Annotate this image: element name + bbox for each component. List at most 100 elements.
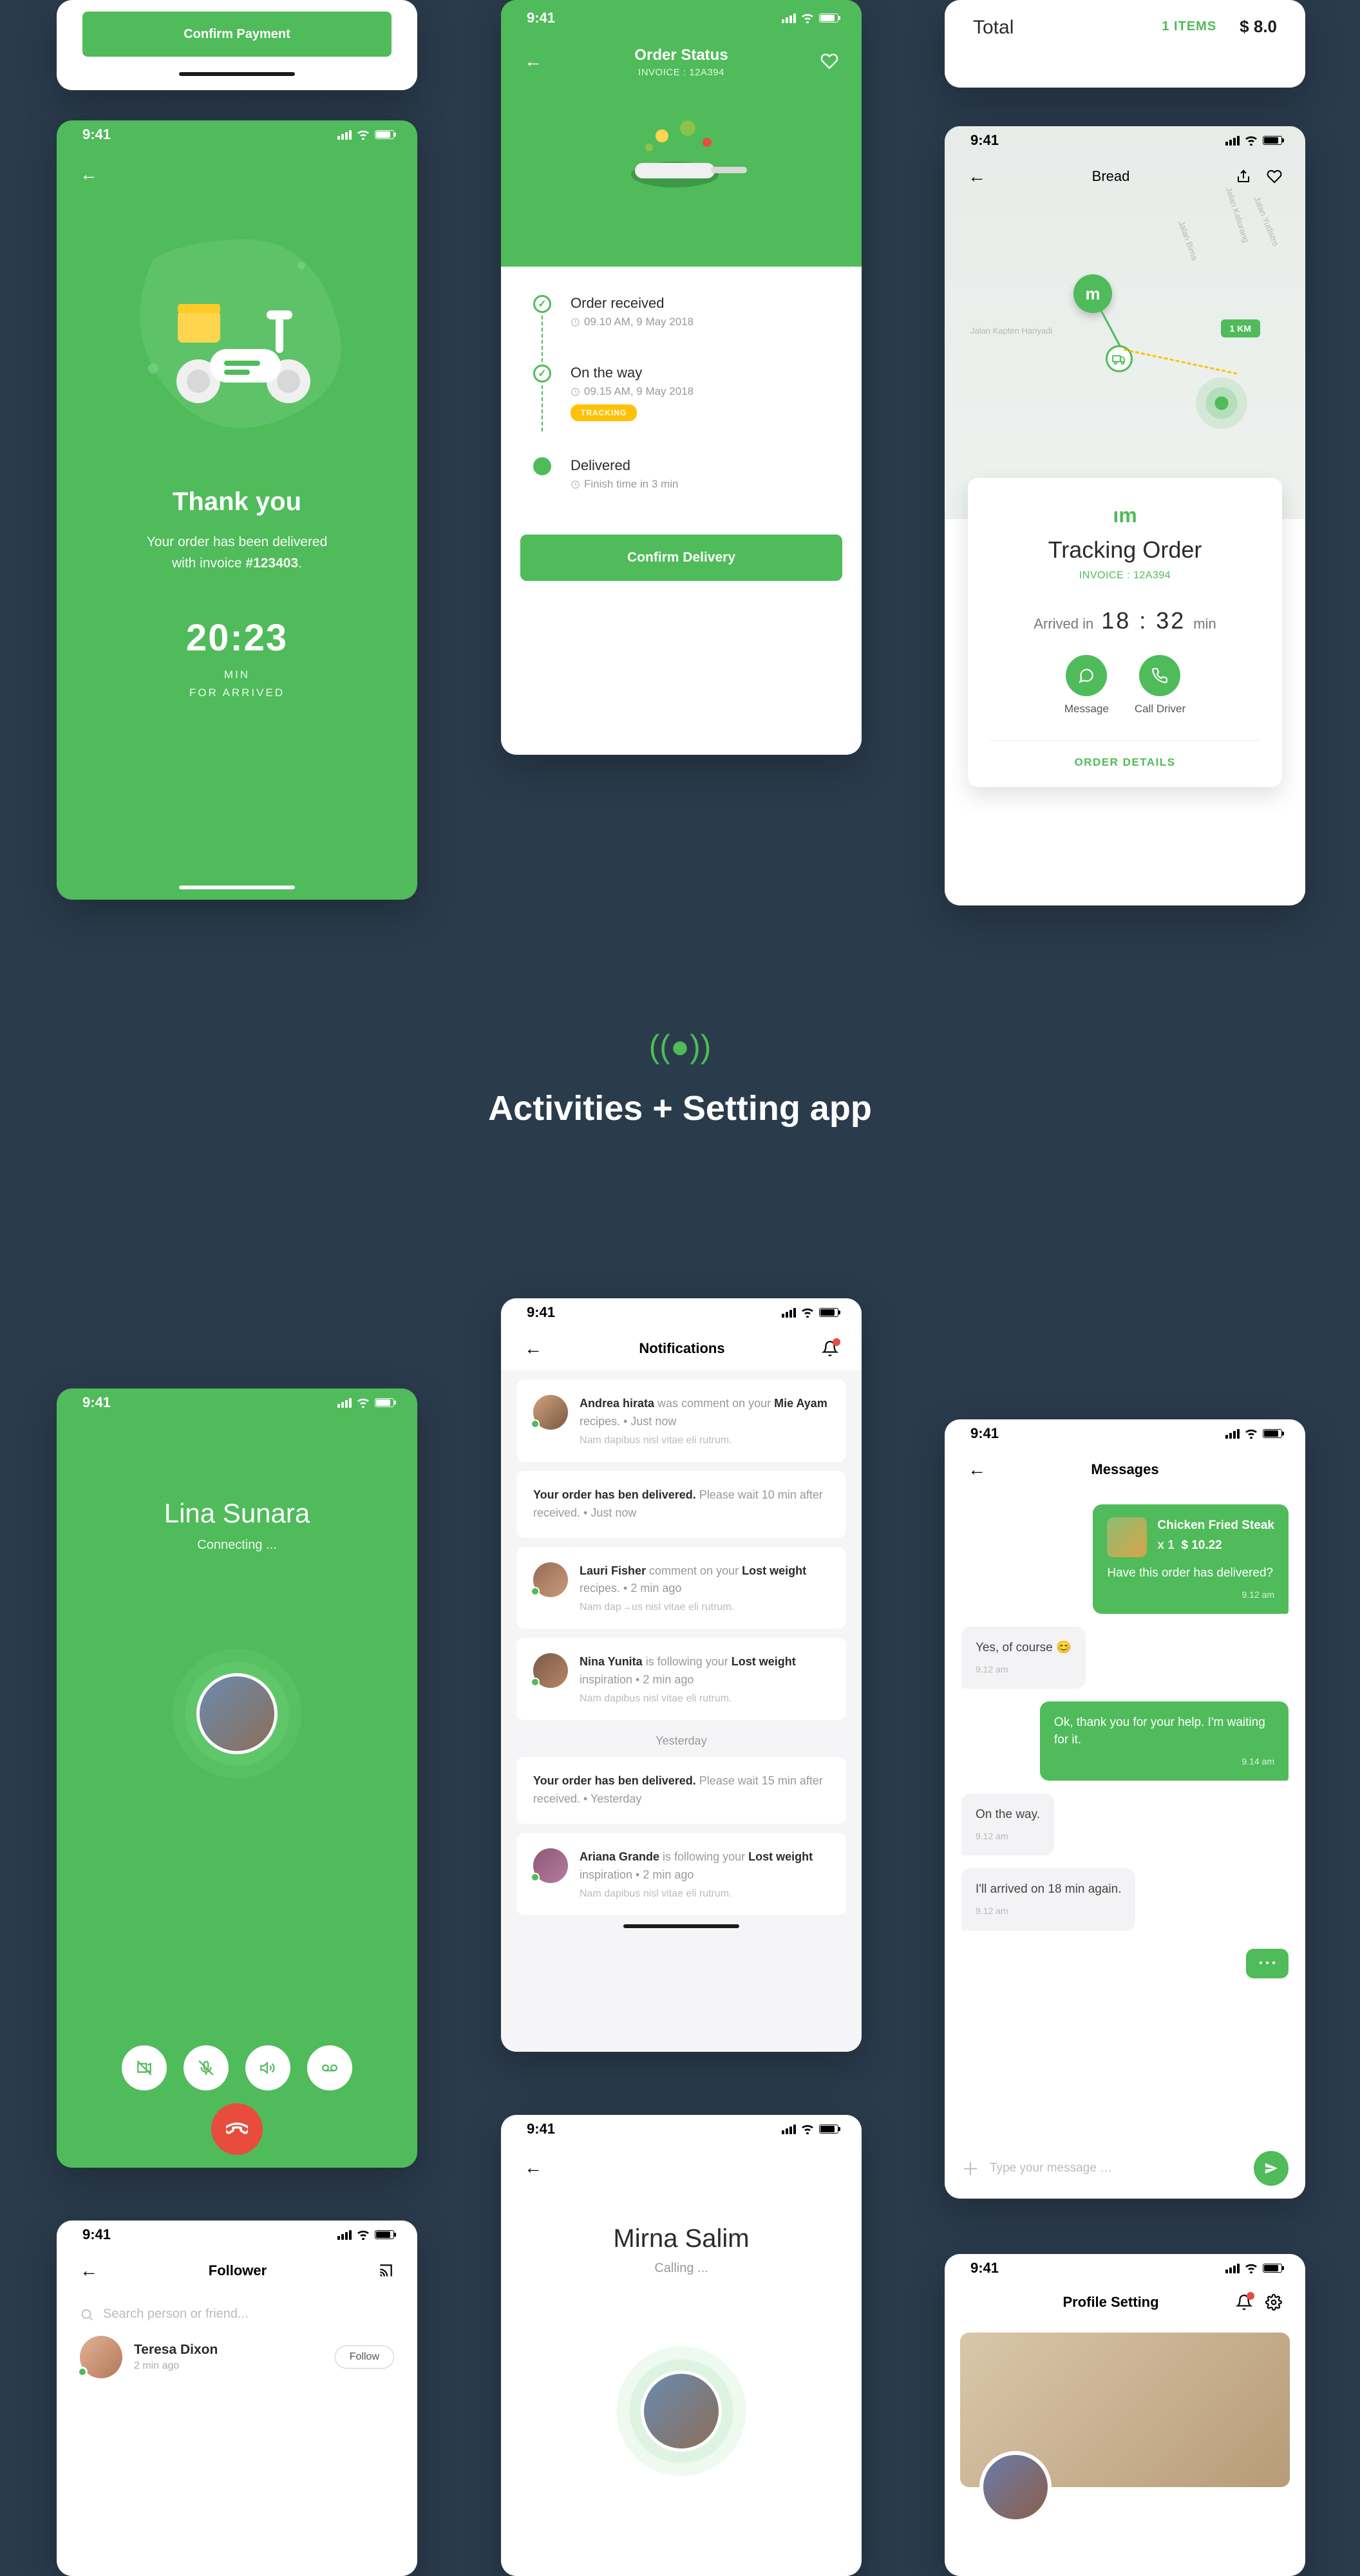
status-bar: 9:41 (57, 2221, 417, 2249)
heart-icon[interactable] (1267, 169, 1282, 184)
chat-bubble-them[interactable]: Yes, of course 😊 9.12 am (961, 1627, 1086, 1689)
status-bar: 9:41 (57, 120, 417, 149)
call-status: Connecting ... (57, 1538, 417, 1553)
avatar-ring (166, 1643, 308, 1785)
tracking-card: ım Tracking Order INVOICE : 12A394 Arriv… (968, 478, 1282, 787)
caller-name: Mirna Salim (501, 2224, 862, 2253)
status-bar: 9:41 (945, 1419, 1305, 1448)
share-icon[interactable] (1236, 169, 1251, 184)
bell-icon[interactable] (822, 1340, 838, 1357)
profile-avatar[interactable] (979, 2451, 1052, 2523)
avatar (533, 1848, 568, 1883)
back-icon[interactable]: ← (968, 1459, 986, 1480)
follower-title: Follower (209, 2262, 267, 2279)
date-divider: Yesterday (501, 1734, 862, 1748)
home-indicator (179, 72, 295, 76)
cooking-illustration (501, 91, 862, 220)
back-icon[interactable]: ← (968, 166, 986, 187)
bell-icon[interactable] (1236, 2294, 1252, 2311)
back-icon[interactable]: ← (80, 164, 98, 184)
map-area[interactable]: 9:41 ← Bread Jalan Kaliurang Jalan Bima … (945, 126, 1305, 519)
back-icon[interactable]: ← (524, 2157, 542, 2177)
total-price: $ 8.0 (1240, 17, 1277, 37)
phone-icon (1139, 655, 1180, 696)
home-indicator (179, 886, 295, 889)
send-button[interactable] (1254, 2151, 1289, 2186)
follower-time: 2 min ago (134, 2360, 323, 2372)
follow-button[interactable]: Follow (335, 2345, 394, 2369)
cast-icon[interactable] (377, 2262, 394, 2279)
call-driver-button[interactable]: Call Driver (1135, 655, 1185, 715)
arrival-eta: Arrived in 18 : 32 min (990, 607, 1260, 634)
add-attachment-icon[interactable]: ＋ (961, 2155, 979, 2181)
camera-off-icon[interactable] (122, 2045, 167, 2090)
messages-title: Messages (1091, 1461, 1158, 1478)
order-details-link[interactable]: ORDER DETAILS (990, 740, 1260, 769)
end-call-button[interactable] (211, 2103, 263, 2155)
speaker-icon[interactable] (245, 2045, 290, 2090)
broadcast-icon: ((●)) (0, 1028, 1360, 1065)
distance-badge: 1 KM (1221, 319, 1260, 337)
voicemail-icon[interactable] (307, 2045, 352, 2090)
notification-item[interactable]: Your order has ben delivered. Please wai… (516, 1471, 846, 1538)
status-bar: 9:41 (501, 1298, 862, 1327)
avatar-ring (610, 2340, 752, 2482)
step-dot-icon (533, 457, 551, 475)
notification-item[interactable]: Ariana Grande is following your Lost wei… (516, 1833, 846, 1915)
call-status: Calling ... (501, 2261, 862, 2276)
step-check-icon: ✓ (533, 295, 551, 313)
profile-title: Profile Setting (1062, 2294, 1158, 2311)
calling-screen: 9:41 ← Mirna Salim Calling ... (501, 2115, 862, 2576)
chat-bubble-me[interactable]: Chicken Fried Steak x 1 $ 10.22 Have thi… (1093, 1504, 1289, 1614)
heart-icon[interactable] (820, 52, 838, 70)
status-bar: 9:41 (501, 2115, 862, 2143)
arrival-min-label: MIN (57, 668, 417, 681)
back-icon[interactable]: ← (524, 1338, 542, 1359)
chat-bubble-them[interactable]: I'll arrived on 18 min again. 9.12 am (961, 1868, 1135, 1930)
chat-bubble-me[interactable]: Ok, thank you for your help. I'm waiting… (1040, 1701, 1289, 1781)
tracking-badge[interactable]: TRACKING (571, 404, 637, 421)
profile-setting-screen: 9:41 Profile Setting (945, 2254, 1305, 2576)
tracking-screen: 9:41 ← Bread Jalan Kaliurang Jalan Bima … (945, 126, 1305, 905)
notification-item[interactable]: Your order has ben delivered. Please wai… (516, 1757, 846, 1824)
notification-item[interactable]: Nina Yunita is following your Lost weigh… (516, 1638, 846, 1720)
map-title: Bread (1092, 168, 1130, 185)
notifications-title: Notifications (639, 1340, 724, 1357)
back-icon[interactable]: ← (80, 2260, 98, 2281)
home-indicator (623, 1924, 739, 1928)
road-label: Jalan Bima (1176, 220, 1200, 262)
arrival-time: 20:23 (57, 616, 417, 659)
order-name: Chicken Fried Steak (1157, 1517, 1274, 1535)
merchant-pin-icon[interactable]: m (1073, 274, 1112, 313)
order-status-screen: 9:41 ← Order Status INVOICE : 12A394 ✓ O… (501, 0, 862, 755)
chat-bubble-them[interactable]: On the way. 9.12 am (961, 1794, 1054, 1855)
arrival-for-arrived: FOR ARRIVED (57, 687, 417, 699)
tracking-title: Tracking Order (990, 536, 1260, 564)
messages-screen: 9:41 ← Messages Chicken Fried Steak x 1 … (945, 1419, 1305, 2199)
confirm-payment-button[interactable]: Confirm Payment (82, 12, 392, 57)
avatar (80, 2336, 122, 2378)
confirm-delivery-button[interactable]: Confirm Delivery (520, 535, 842, 581)
message-input[interactable]: Type your message … (990, 2161, 1243, 2175)
total-fragment: Total 1 ITEMS $ 8.0 (945, 0, 1305, 88)
thank-you-screen: 9:41 ← Thank you Your order has been del… (57, 120, 417, 900)
mic-off-icon[interactable] (184, 2045, 229, 2090)
back-icon[interactable]: ← (524, 51, 542, 71)
follower-row[interactable]: Teresa Dixon 2 min ago Follow (80, 2336, 394, 2378)
avatar (533, 1562, 568, 1597)
step-sub: 09.10 AM, 9 May 2018 (571, 316, 694, 328)
step-check-icon: ✓ (533, 365, 551, 383)
thank-you-message: Your order has been delivered with invoi… (57, 532, 417, 574)
more-options-button[interactable]: • • • (1246, 1949, 1289, 1978)
step-sub: Finish time in 3 min (571, 478, 678, 491)
message-button[interactable]: Message (1064, 655, 1109, 715)
gear-icon[interactable] (1265, 2294, 1282, 2311)
caller-name: Lina Sunara (57, 1498, 417, 1529)
notification-item[interactable]: Andrea hirata was comment on your Mie Ay… (516, 1379, 846, 1462)
cover-photo[interactable] (960, 2333, 1290, 2487)
caller-avatar (196, 1673, 278, 1754)
search-input[interactable]: Search person or friend... (80, 2307, 394, 2322)
notification-item[interactable]: Lauri Fisher comment on your Lost weight… (516, 1547, 846, 1629)
search-icon (80, 2307, 94, 2322)
destination-blip-icon (1196, 377, 1247, 429)
